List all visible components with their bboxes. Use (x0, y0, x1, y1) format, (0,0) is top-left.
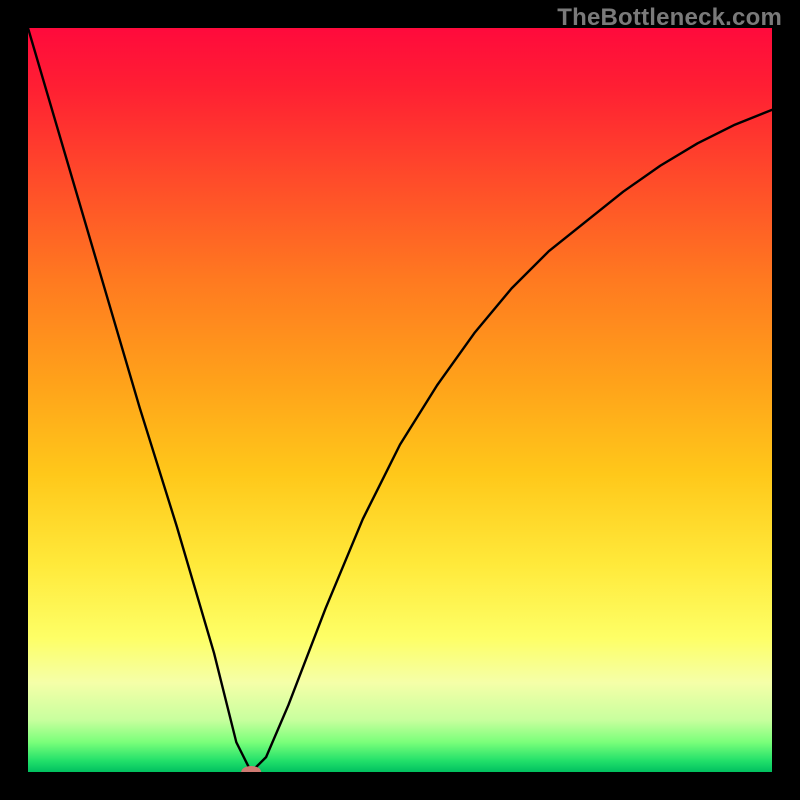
chart-svg (28, 28, 772, 772)
bottleneck-curve (28, 28, 772, 772)
plot-area (28, 28, 772, 772)
chart-outer-frame: TheBottleneck.com (0, 0, 800, 800)
min-marker (241, 766, 261, 772)
